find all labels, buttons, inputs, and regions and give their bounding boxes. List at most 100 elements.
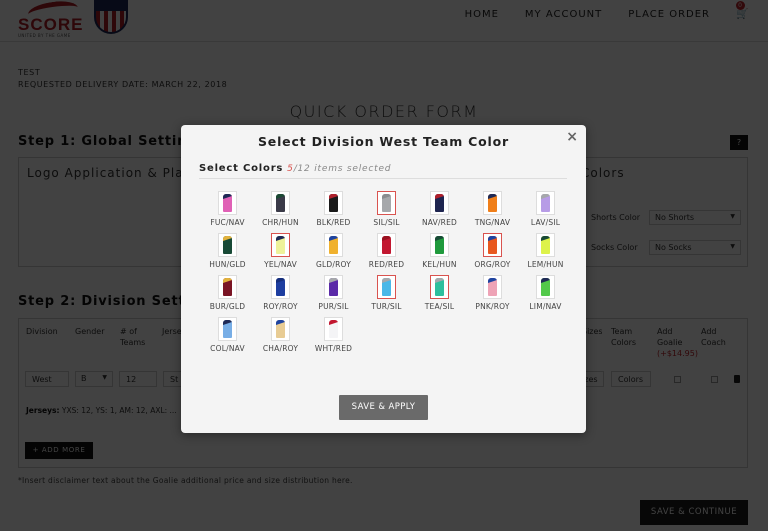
jersey-icon [276, 194, 285, 212]
jersey-icon [488, 194, 497, 212]
jersey-icon [223, 194, 232, 212]
color-option-tea-sil[interactable]: TEA/SIL [413, 275, 466, 317]
color-option-label: FUC/NAV [210, 218, 245, 227]
color-option-fuc-nav[interactable]: FUC/NAV [201, 191, 254, 233]
jersey-icon [223, 320, 232, 338]
jersey-icon [223, 236, 232, 254]
color-option-label: PNK/ROY [475, 302, 510, 311]
color-thumbnail [271, 275, 290, 299]
jersey-icon [382, 236, 391, 254]
color-thumbnail [218, 275, 237, 299]
color-option-yel-nav[interactable]: YEL/NAV [254, 233, 307, 275]
jersey-icon [541, 194, 550, 212]
jersey-icon [329, 236, 338, 254]
color-option-label: ROY/ROY [263, 302, 298, 311]
color-grid: FUC/NAV CHR/HUN BLK/RED SIL/SIL NAV/RED TNG/N… [201, 191, 571, 359]
color-option-label: LAV/SIL [530, 218, 561, 227]
color-thumbnail [377, 191, 396, 215]
color-thumbnail [483, 233, 502, 257]
color-option-col-nav[interactable]: COL/NAV [201, 317, 254, 359]
color-thumbnail [430, 275, 449, 299]
jersey-icon [435, 236, 444, 254]
color-option-label: LIM/NAV [529, 302, 562, 311]
color-thumbnail [324, 317, 343, 341]
color-thumbnail [430, 191, 449, 215]
color-thumbnail [271, 317, 290, 341]
color-option-label: LEM/HUN [527, 260, 564, 269]
jersey-icon [488, 278, 497, 296]
jersey-icon [541, 236, 550, 254]
team-color-modal: Select Division West Team Color × Select… [181, 125, 586, 433]
color-thumbnail [483, 275, 502, 299]
color-thumbnail [483, 191, 502, 215]
color-option-label: ORG/ROY [474, 260, 511, 269]
color-option-roy-roy[interactable]: ROY/ROY [254, 275, 307, 317]
jersey-icon [541, 278, 550, 296]
divider [199, 178, 567, 179]
jersey-icon [276, 320, 285, 338]
color-thumbnail [324, 275, 343, 299]
color-thumbnail [324, 233, 343, 257]
color-thumbnail [377, 233, 396, 257]
color-option-label: HUN/GLD [209, 260, 246, 269]
color-option-lem-hun[interactable]: LEM/HUN [519, 233, 572, 275]
color-option-org-roy[interactable]: ORG/ROY [466, 233, 519, 275]
jersey-icon [329, 194, 338, 212]
color-thumbnail [536, 275, 555, 299]
color-thumbnail [430, 233, 449, 257]
color-thumbnail [218, 317, 237, 341]
close-icon[interactable]: × [566, 129, 578, 145]
color-option-label: COL/NAV [210, 344, 245, 353]
color-option-tur-sil[interactable]: TUR/SIL [360, 275, 413, 317]
color-thumbnail [218, 191, 237, 215]
color-option-lav-sil[interactable]: LAV/SIL [519, 191, 572, 233]
color-option-nav-red[interactable]: NAV/RED [413, 191, 466, 233]
color-thumbnail [324, 191, 343, 215]
color-option-wht-red[interactable]: WHT/RED [307, 317, 360, 359]
color-option-tng-nav[interactable]: TNG/NAV [466, 191, 519, 233]
color-option-label: YEL/NAV [264, 260, 297, 269]
jersey-icon [382, 194, 391, 212]
color-option-label: TEA/SIL [424, 302, 455, 311]
color-option-kel-hun[interactable]: KEL/HUN [413, 233, 466, 275]
color-thumbnail [271, 191, 290, 215]
select-colors-label: Select Colors [199, 163, 284, 174]
jersey-icon [223, 278, 232, 296]
color-option-bur-gld[interactable]: BUR/GLD [201, 275, 254, 317]
jersey-icon [276, 278, 285, 296]
color-option-hun-gld[interactable]: HUN/GLD [201, 233, 254, 275]
color-option-sil-sil[interactable]: SIL/SIL [360, 191, 413, 233]
color-option-red-red[interactable]: RED/RED [360, 233, 413, 275]
color-thumbnail [377, 275, 396, 299]
jersey-icon [435, 278, 444, 296]
color-option-label: TNG/NAV [474, 218, 511, 227]
jersey-icon [382, 278, 391, 296]
color-option-label: PUR/SIL [318, 302, 349, 311]
color-thumbnail [536, 191, 555, 215]
color-thumbnail [218, 233, 237, 257]
jersey-icon [329, 278, 338, 296]
jersey-icon [488, 236, 497, 254]
color-thumbnail [536, 233, 555, 257]
color-option-cha-roy[interactable]: CHA/ROY [254, 317, 307, 359]
color-option-blk-red[interactable]: BLK/RED [307, 191, 360, 233]
color-option-chr-hun[interactable]: CHR/HUN [254, 191, 307, 233]
color-option-lim-nav[interactable]: LIM/NAV [519, 275, 572, 317]
modal-title: Select Division West Team Color [258, 134, 509, 149]
jersey-icon [435, 194, 444, 212]
selected-total: /12 items selected [293, 164, 392, 174]
color-option-label: KEL/HUN [422, 260, 457, 269]
color-option-label: RED/RED [368, 260, 405, 269]
color-option-gld-roy[interactable]: GLD/ROY [307, 233, 360, 275]
jersey-icon [276, 236, 285, 254]
save-apply-button[interactable]: SAVE & APPLY [339, 395, 428, 420]
color-option-label: CHA/ROY [262, 344, 299, 353]
color-option-pur-sil[interactable]: PUR/SIL [307, 275, 360, 317]
color-thumbnail [271, 233, 290, 257]
color-option-label: CHR/HUN [262, 218, 299, 227]
color-option-label: NAV/RED [421, 218, 458, 227]
select-colors-header: Select Colors 5/12 items selected [199, 163, 391, 174]
color-option-label: WHT/RED [314, 344, 353, 353]
color-option-pnk-roy[interactable]: PNK/ROY [466, 275, 519, 317]
color-option-label: BLK/RED [316, 218, 351, 227]
